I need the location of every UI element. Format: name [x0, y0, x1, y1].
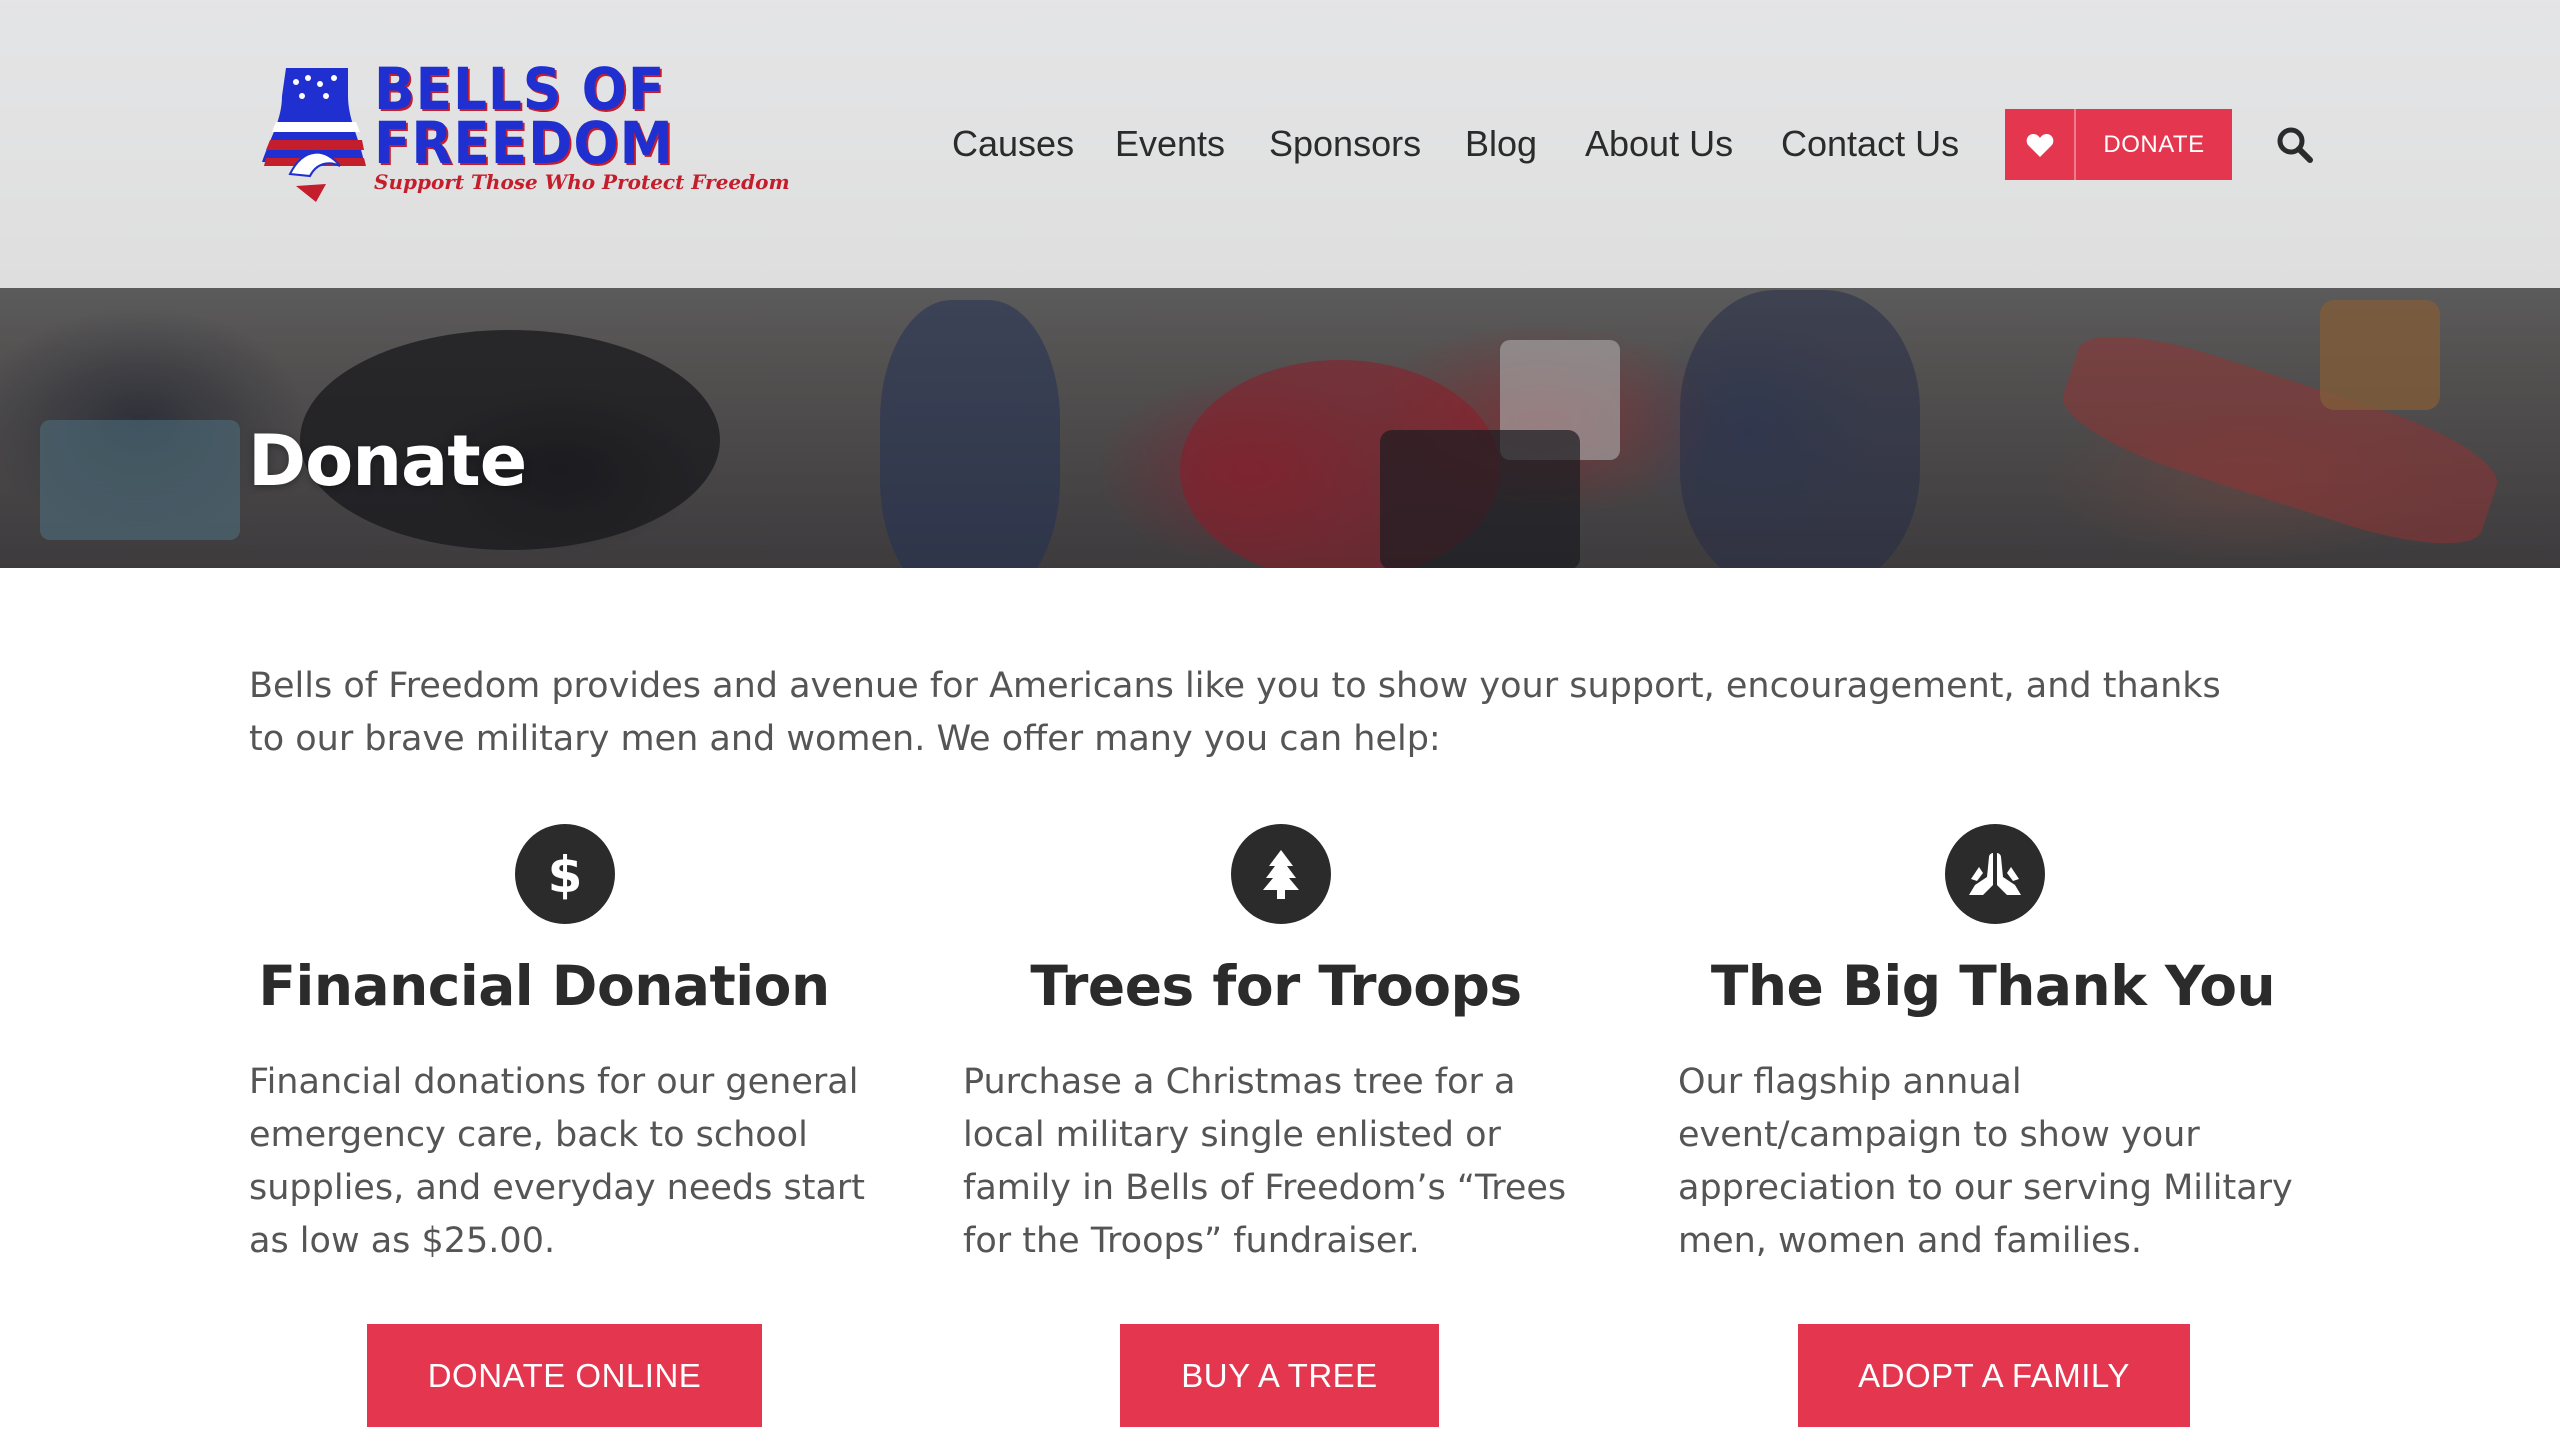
nav-sponsors[interactable]: Sponsors — [1269, 116, 1421, 172]
option-description: Our flagship annual event/campaign to sh… — [1678, 1062, 2293, 1261]
heart-icon — [2005, 109, 2076, 180]
buy-a-tree-button[interactable]: BUY A TREE — [1120, 1324, 1439, 1427]
adopt-a-family-button[interactable]: ADOPT A FAMILY — [1798, 1324, 2190, 1427]
nav-contact-us[interactable]: Contact Us — [1781, 116, 1959, 172]
option-heading: The Big Thank You — [1710, 954, 2276, 1018]
nav-blog[interactable]: Blog — [1465, 116, 1537, 172]
site-logo[interactable]: BELLS OF FREEDOM Support Those Who Prote… — [256, 55, 790, 210]
page-title: Donate — [248, 420, 527, 502]
tree-icon — [1231, 824, 1331, 924]
liberty-bell-flag-icon — [262, 68, 366, 202]
site-header: BELLS OF FREEDOM Support Those Who Prote… — [0, 0, 2560, 288]
donate-label: DONATE — [2103, 130, 2205, 158]
header-donate-button[interactable]: DONATE — [2005, 109, 2232, 180]
option-heading: Financial Donation — [258, 954, 830, 1018]
logo-tagline: Support Those Who Protect Freedom — [374, 170, 790, 194]
dollar-icon: $ — [515, 824, 615, 924]
donate-online-button[interactable]: DONATE ONLINE — [367, 1324, 762, 1427]
option-description: Financial donations for our general emer… — [249, 1062, 866, 1261]
svg-text:$: $ — [548, 846, 583, 902]
search-icon[interactable] — [2276, 126, 2314, 164]
praying-hands-icon — [1945, 824, 2045, 924]
logo-title: BELLS OF FREEDOM — [374, 55, 674, 177]
nav-events[interactable]: Events — [1115, 116, 1225, 172]
option-heading: Trees for Troops — [1030, 954, 1522, 1018]
intro-text: Bells of Freedom provides and avenue for… — [249, 666, 2221, 759]
nav-causes[interactable]: Causes — [952, 116, 1074, 172]
nav-about-us[interactable]: About Us — [1585, 116, 1733, 172]
option-description: Purchase a Christmas tree for a local mi… — [963, 1062, 1567, 1261]
